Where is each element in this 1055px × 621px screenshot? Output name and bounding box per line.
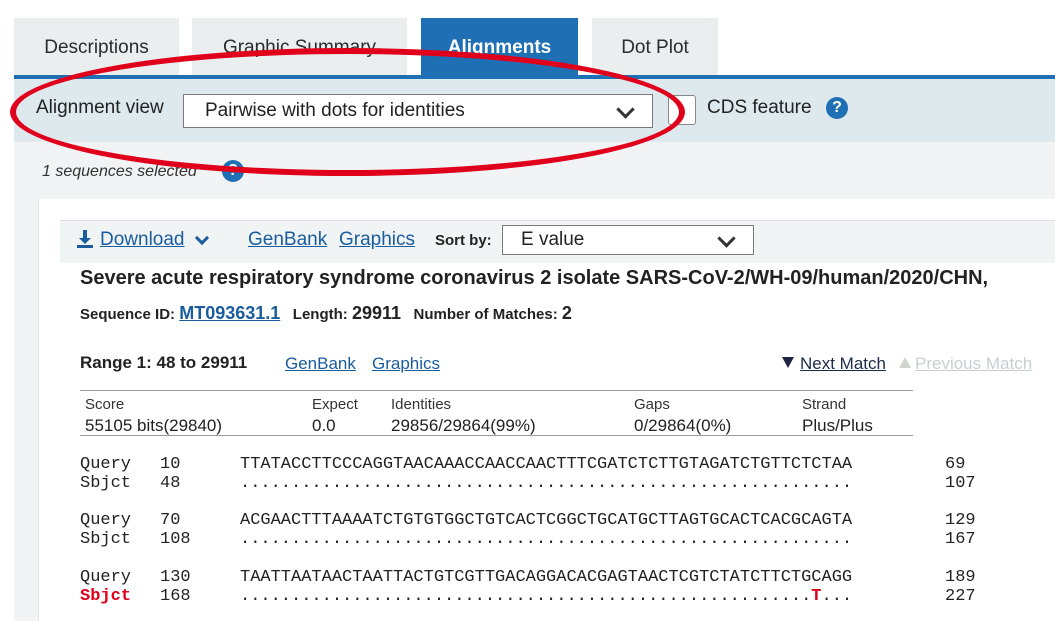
previous-match-icon bbox=[899, 357, 911, 368]
length-label: Length: bbox=[292, 306, 348, 323]
download-icon[interactable] bbox=[76, 229, 94, 249]
alignment-sbjct-seq: ........................................… bbox=[240, 530, 853, 549]
alignment-sbjct-end: 167 bbox=[945, 530, 976, 549]
alignment-row-sbjct: Sbjct bbox=[80, 587, 132, 606]
cds-feature-label: CDS feature bbox=[707, 97, 812, 118]
next-match-icon[interactable] bbox=[782, 357, 794, 368]
stats-identities: 29856/29864(99%) bbox=[391, 416, 536, 435]
alignment-sbjct-start: 168 bbox=[160, 587, 191, 606]
alignment-sbjct-seq: ........................................… bbox=[240, 474, 853, 493]
alignment-query-end: 189 bbox=[945, 568, 976, 587]
stats-score: 55105 bits(29840) bbox=[85, 416, 223, 435]
sequence-id-label: Sequence ID: bbox=[80, 306, 176, 323]
alignment-row-sbjct: Sbjct bbox=[80, 474, 132, 493]
alignment-sbjct-seq: ........................................… bbox=[240, 587, 853, 606]
stats-gaps: 0/29864(0%) bbox=[634, 416, 732, 435]
matches-label: Number of Matches: bbox=[413, 306, 558, 323]
hit-title: Severe acute respiratory syndrome corona… bbox=[80, 267, 989, 289]
stats-divider bbox=[80, 390, 913, 391]
alignment-query-start: 70 bbox=[160, 511, 181, 530]
alignment-query-end: 69 bbox=[945, 455, 966, 474]
range-genbank-link[interactable]: GenBank bbox=[285, 354, 356, 374]
alignment-row-query: Query bbox=[80, 568, 132, 587]
stats-header-identities: Identities bbox=[391, 396, 452, 413]
stats-header-gaps: Gaps bbox=[634, 396, 670, 413]
tab-dot-plot[interactable]: Dot Plot bbox=[592, 18, 718, 78]
highlight-ellipse bbox=[10, 48, 685, 176]
next-match-link[interactable]: Next Match bbox=[800, 354, 886, 374]
alignment-query-start: 10 bbox=[160, 455, 181, 474]
alignment-sbjct-start: 48 bbox=[160, 474, 181, 493]
genbank-link[interactable]: GenBank bbox=[248, 229, 327, 251]
alignment-query-end: 129 bbox=[945, 511, 976, 530]
alignment-row-query: Query bbox=[80, 455, 132, 474]
alignment-sbjct-end: 227 bbox=[945, 587, 976, 606]
alignment-query-seq: ACGAACTTTAAAATCTGTGTGGCTGTCACTCGGCTGCATG… bbox=[240, 511, 853, 530]
hit-meta: Sequence ID: MT093631.1 Length: 29911 Nu… bbox=[80, 303, 572, 324]
alignment-sbjct-start: 108 bbox=[160, 530, 191, 549]
range-graphics-link[interactable]: Graphics bbox=[372, 354, 440, 374]
alignment-query-seq: TAATTAATAACTAATTACTGTCGTTGACAGGACACGAGTA… bbox=[240, 568, 853, 587]
stats-strand: Plus/Plus bbox=[802, 416, 873, 435]
download-link[interactable]: Download bbox=[100, 229, 185, 251]
matches-value: 2 bbox=[561, 303, 572, 323]
alignment-row-sbjct: Sbjct bbox=[80, 530, 132, 549]
range-label: Range 1: 48 to 29911 bbox=[80, 353, 248, 372]
previous-match-link: Previous Match bbox=[915, 354, 1033, 373]
stats-header-score: Score bbox=[85, 396, 125, 413]
length-value: 29911 bbox=[351, 303, 402, 323]
sort-by-select[interactable]: E value bbox=[502, 225, 754, 255]
alignment-query-start: 130 bbox=[160, 568, 191, 587]
graphics-link[interactable]: Graphics bbox=[339, 229, 415, 251]
sort-by-value: E value bbox=[521, 229, 585, 250]
chevron-down-icon bbox=[717, 229, 736, 248]
sort-by-label: Sort by: bbox=[435, 232, 492, 249]
alignment-sbjct-end: 107 bbox=[945, 474, 976, 493]
alignment-row-query: Query bbox=[80, 511, 132, 530]
alignment-query-seq: TTATACCTTCCCAGGTAACAAACCAACCAACTTTCGATCT… bbox=[240, 455, 853, 474]
stats-expect: 0.0 bbox=[312, 416, 336, 435]
stats-header-expect: Expect bbox=[312, 396, 358, 413]
stats-header-strand: Strand bbox=[802, 396, 847, 413]
mismatch-base: T bbox=[811, 587, 822, 606]
help-icon[interactable]: ? bbox=[826, 97, 848, 119]
sequence-id-link[interactable]: MT093631.1 bbox=[179, 303, 280, 323]
